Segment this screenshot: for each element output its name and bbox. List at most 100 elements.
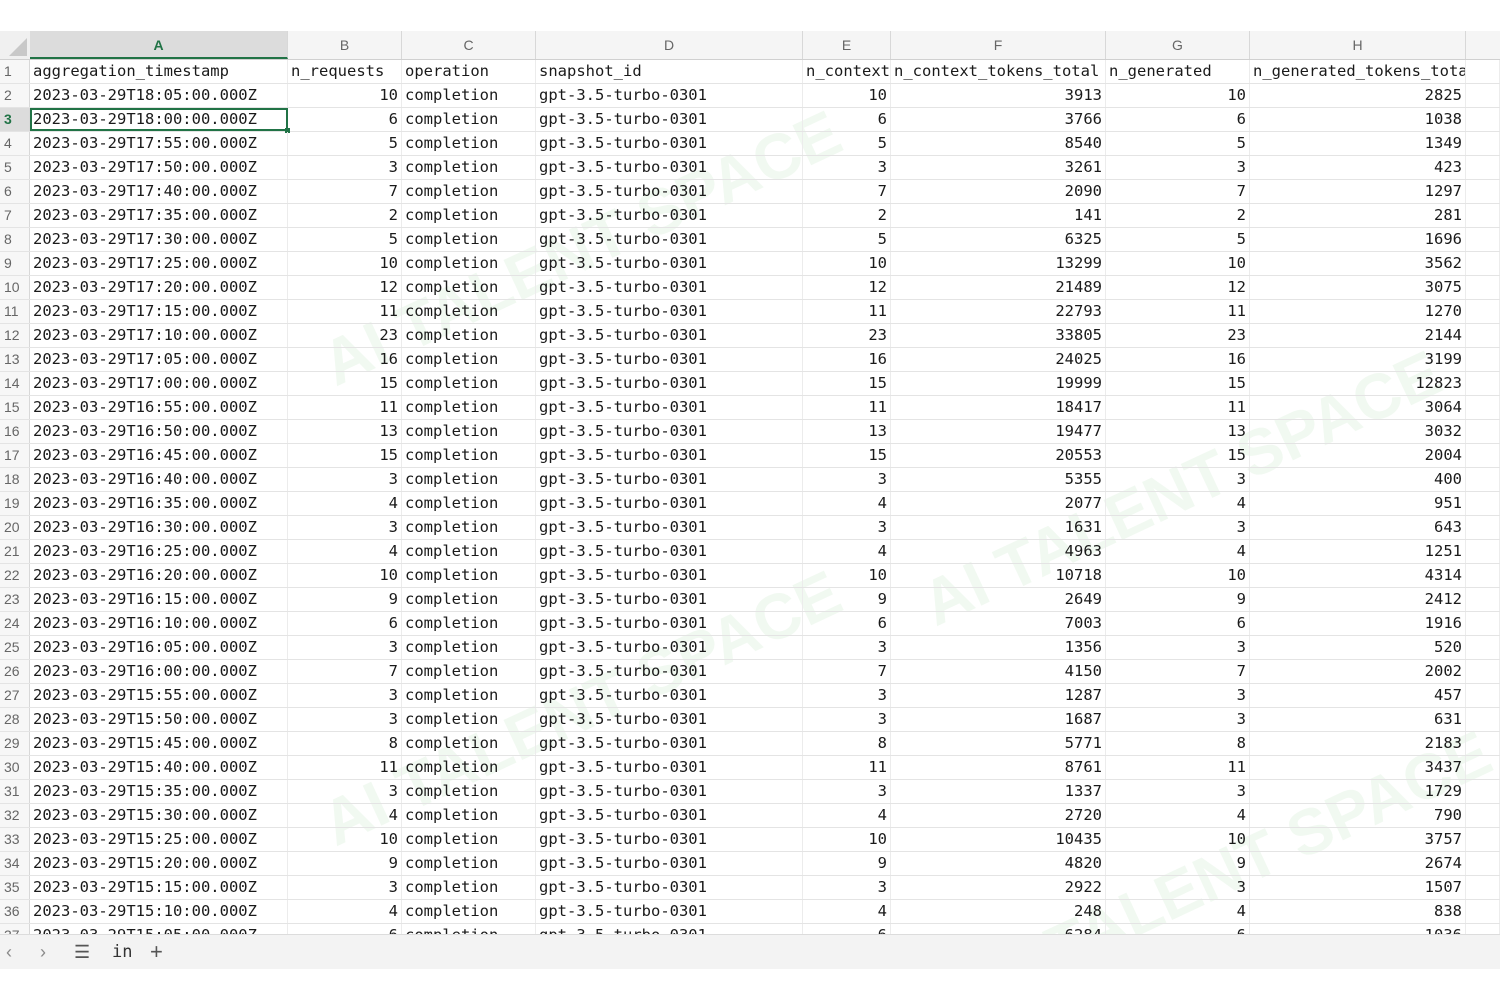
cell-operation[interactable]: completion	[402, 180, 536, 203]
cell-i[interactable]	[1466, 228, 1500, 251]
cell-n-context-tokens-total[interactable]: 3913	[891, 84, 1106, 107]
cell-n-context[interactable]: 9	[803, 852, 891, 875]
cell-n-context[interactable]: 6	[803, 108, 891, 131]
cell-n-generated[interactable]: 3	[1106, 876, 1250, 899]
cell-n-context[interactable]: 11	[803, 396, 891, 419]
cell-n-requests[interactable]: 15	[288, 444, 402, 467]
cell-aggregation-timestamp[interactable]: 2023-03-29T18:00:00.000Z	[30, 108, 288, 131]
cell-n-generated-tokens-total[interactable]: 4314	[1250, 564, 1466, 587]
cell-n-generated[interactable]: 8	[1106, 732, 1250, 755]
cell-snapshot-id[interactable]: gpt-3.5-turbo-0301	[536, 660, 803, 683]
cell-operation[interactable]: completion	[402, 108, 536, 131]
cell-snapshot-id[interactable]: gpt-3.5-turbo-0301	[536, 228, 803, 251]
row-number[interactable]: 10	[0, 276, 30, 299]
cell-n-generated-tokens-total[interactable]: 1038	[1250, 108, 1466, 131]
cell-n-generated[interactable]: 15	[1106, 372, 1250, 395]
cell-n-generated-tokens-total[interactable]: 400	[1250, 468, 1466, 491]
row-number[interactable]: 36	[0, 900, 30, 923]
cell-n-requests[interactable]: 4	[288, 540, 402, 563]
row-number[interactable]: 6	[0, 180, 30, 203]
cell-n-generated-tokens-total[interactable]: 2825	[1250, 84, 1466, 107]
cell-snapshot-id[interactable]: gpt-3.5-turbo-0301	[536, 516, 803, 539]
cell-i[interactable]	[1466, 540, 1500, 563]
cell-n-requests[interactable]: 6	[288, 612, 402, 635]
cell-n-generated[interactable]: 9	[1106, 852, 1250, 875]
row-number[interactable]: 2	[0, 84, 30, 107]
row-number[interactable]: 16	[0, 420, 30, 443]
header-cell-n-context[interactable]: n_context	[803, 60, 891, 83]
cell-n-requests[interactable]: 10	[288, 252, 402, 275]
row-number[interactable]: 20	[0, 516, 30, 539]
header-cell-n-requests[interactable]: n_requests	[288, 60, 402, 83]
cell-n-requests[interactable]: 5	[288, 132, 402, 155]
cell-n-requests[interactable]: 11	[288, 756, 402, 779]
column-header-g[interactable]: G	[1106, 31, 1250, 59]
cell-n-generated[interactable]: 3	[1106, 156, 1250, 179]
row-number[interactable]: 12	[0, 324, 30, 347]
cell-n-context-tokens-total[interactable]: 4150	[891, 660, 1106, 683]
cell-snapshot-id[interactable]: gpt-3.5-turbo-0301	[536, 924, 803, 934]
row-number[interactable]: 37	[0, 924, 30, 934]
cell-n-context-tokens-total[interactable]: 21489	[891, 276, 1106, 299]
cell-n-generated-tokens-total[interactable]: 3064	[1250, 396, 1466, 419]
cell-aggregation-timestamp[interactable]: 2023-03-29T17:10:00.000Z	[30, 324, 288, 347]
cell-n-requests[interactable]: 10	[288, 564, 402, 587]
cell-operation[interactable]: completion	[402, 420, 536, 443]
cell-n-generated-tokens-total[interactable]: 3757	[1250, 828, 1466, 851]
cell-n-context-tokens-total[interactable]: 7003	[891, 612, 1106, 635]
cell-n-generated[interactable]: 9	[1106, 588, 1250, 611]
cell-n-context[interactable]: 3	[803, 468, 891, 491]
cell-n-generated-tokens-total[interactable]: 951	[1250, 492, 1466, 515]
cell-aggregation-timestamp[interactable]: 2023-03-29T17:35:00.000Z	[30, 204, 288, 227]
cell-i[interactable]	[1466, 396, 1500, 419]
cell-i[interactable]	[1466, 828, 1500, 851]
cell-n-context[interactable]: 3	[803, 708, 891, 731]
cell-aggregation-timestamp[interactable]: 2023-03-29T15:30:00.000Z	[30, 804, 288, 827]
cell-n-context[interactable]: 6	[803, 924, 891, 934]
cell-aggregation-timestamp[interactable]: 2023-03-29T15:25:00.000Z	[30, 828, 288, 851]
cell-operation[interactable]: completion	[402, 636, 536, 659]
cell-aggregation-timestamp[interactable]: 2023-03-29T16:20:00.000Z	[30, 564, 288, 587]
cell-snapshot-id[interactable]: gpt-3.5-turbo-0301	[536, 540, 803, 563]
cell-operation[interactable]: completion	[402, 252, 536, 275]
cell-n-generated[interactable]: 11	[1106, 756, 1250, 779]
cell-n-requests[interactable]: 3	[288, 684, 402, 707]
cell-i[interactable]	[1466, 324, 1500, 347]
cell-aggregation-timestamp[interactable]: 2023-03-29T17:00:00.000Z	[30, 372, 288, 395]
cell-n-generated-tokens-total[interactable]: 2412	[1250, 588, 1466, 611]
cell-aggregation-timestamp[interactable]: 2023-03-29T15:45:00.000Z	[30, 732, 288, 755]
cell-i[interactable]	[1466, 684, 1500, 707]
cell-aggregation-timestamp[interactable]: 2023-03-29T18:05:00.000Z	[30, 84, 288, 107]
header-cell-n-context-tokens-total[interactable]: n_context_tokens_total	[891, 60, 1106, 83]
select-all-corner[interactable]	[0, 31, 31, 59]
header-cell-aggregation-timestamp[interactable]: aggregation_timestamp	[30, 60, 288, 83]
row-number[interactable]: 4	[0, 132, 30, 155]
cell-n-generated-tokens-total[interactable]: 3199	[1250, 348, 1466, 371]
row-number[interactable]: 26	[0, 660, 30, 683]
cell-n-context[interactable]: 3	[803, 684, 891, 707]
cell-n-context-tokens-total[interactable]: 2720	[891, 804, 1106, 827]
cell-n-generated-tokens-total[interactable]: 2144	[1250, 324, 1466, 347]
cell-i[interactable]	[1466, 492, 1500, 515]
cell-n-requests[interactable]: 4	[288, 492, 402, 515]
cell-n-context[interactable]: 5	[803, 228, 891, 251]
cell-i[interactable]	[1466, 660, 1500, 683]
cell-n-context[interactable]: 8	[803, 732, 891, 755]
header-cell-operation[interactable]: operation	[402, 60, 536, 83]
cell-aggregation-timestamp[interactable]: 2023-03-29T15:35:00.000Z	[30, 780, 288, 803]
cell-operation[interactable]: completion	[402, 516, 536, 539]
cell-operation[interactable]: completion	[402, 204, 536, 227]
cell-n-generated-tokens-total[interactable]: 1696	[1250, 228, 1466, 251]
cell-n-generated-tokens-total[interactable]: 457	[1250, 684, 1466, 707]
cell-n-requests[interactable]: 3	[288, 780, 402, 803]
cell-aggregation-timestamp[interactable]: 2023-03-29T15:10:00.000Z	[30, 900, 288, 923]
cell-n-generated[interactable]: 12	[1106, 276, 1250, 299]
cell-aggregation-timestamp[interactable]: 2023-03-29T16:55:00.000Z	[30, 396, 288, 419]
cell-operation[interactable]: completion	[402, 756, 536, 779]
cell-operation[interactable]: completion	[402, 276, 536, 299]
cell-n-context[interactable]: 5	[803, 132, 891, 155]
cell-n-generated[interactable]: 5	[1106, 132, 1250, 155]
row-number[interactable]: 21	[0, 540, 30, 563]
cell-operation[interactable]: completion	[402, 132, 536, 155]
cell-n-requests[interactable]: 9	[288, 852, 402, 875]
